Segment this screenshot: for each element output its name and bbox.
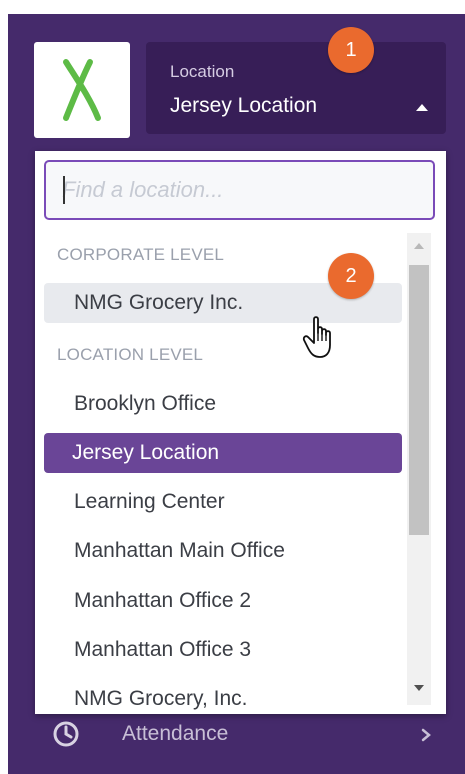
location-label: Location — [170, 62, 235, 81]
location-option[interactable]: Learning Center — [44, 482, 402, 522]
dropdown-scrollbar[interactable] — [407, 233, 431, 705]
location-option[interactable]: Brooklyn Office — [44, 384, 402, 424]
location-option[interactable]: Manhattan Office 3 — [44, 630, 402, 670]
group-header-location: LOCATION LEVEL — [57, 345, 204, 364]
scrollbar-thumb[interactable] — [409, 265, 429, 535]
location-option-selected[interactable]: Jersey Location — [44, 433, 402, 473]
location-search-wrapper — [44, 160, 435, 220]
nav-item-label: Attendance — [122, 722, 229, 745]
current-location-value: Jersey Location — [170, 94, 318, 117]
location-option[interactable]: Manhattan Main Office — [44, 531, 402, 571]
group-header-corporate: CORPORATE LEVEL — [57, 245, 225, 264]
hand-pointer-cursor-icon — [302, 316, 331, 358]
location-dropdown: CORPORATE LEVEL NMG Grocery Inc. LOCATIO… — [35, 151, 446, 714]
location-search-input[interactable] — [46, 162, 433, 218]
company-logo-x-icon — [63, 59, 101, 121]
location-option[interactable]: Manhattan Office 2 — [44, 581, 402, 621]
location-selector-button[interactable]: Location Jersey Location — [146, 42, 446, 134]
clock-icon — [53, 721, 79, 747]
company-logo[interactable] — [34, 42, 130, 138]
chevron-right-icon — [421, 728, 431, 742]
step-badge-2: 2 — [328, 253, 374, 299]
scroll-down-arrow-icon[interactable] — [414, 685, 424, 691]
scroll-up-arrow-icon[interactable] — [414, 243, 424, 249]
step-badge-1: 1 — [328, 27, 374, 73]
caret-up-icon — [416, 104, 428, 111]
location-option[interactable]: NMG Grocery, Inc. — [44, 679, 402, 714]
text-cursor — [63, 176, 65, 204]
